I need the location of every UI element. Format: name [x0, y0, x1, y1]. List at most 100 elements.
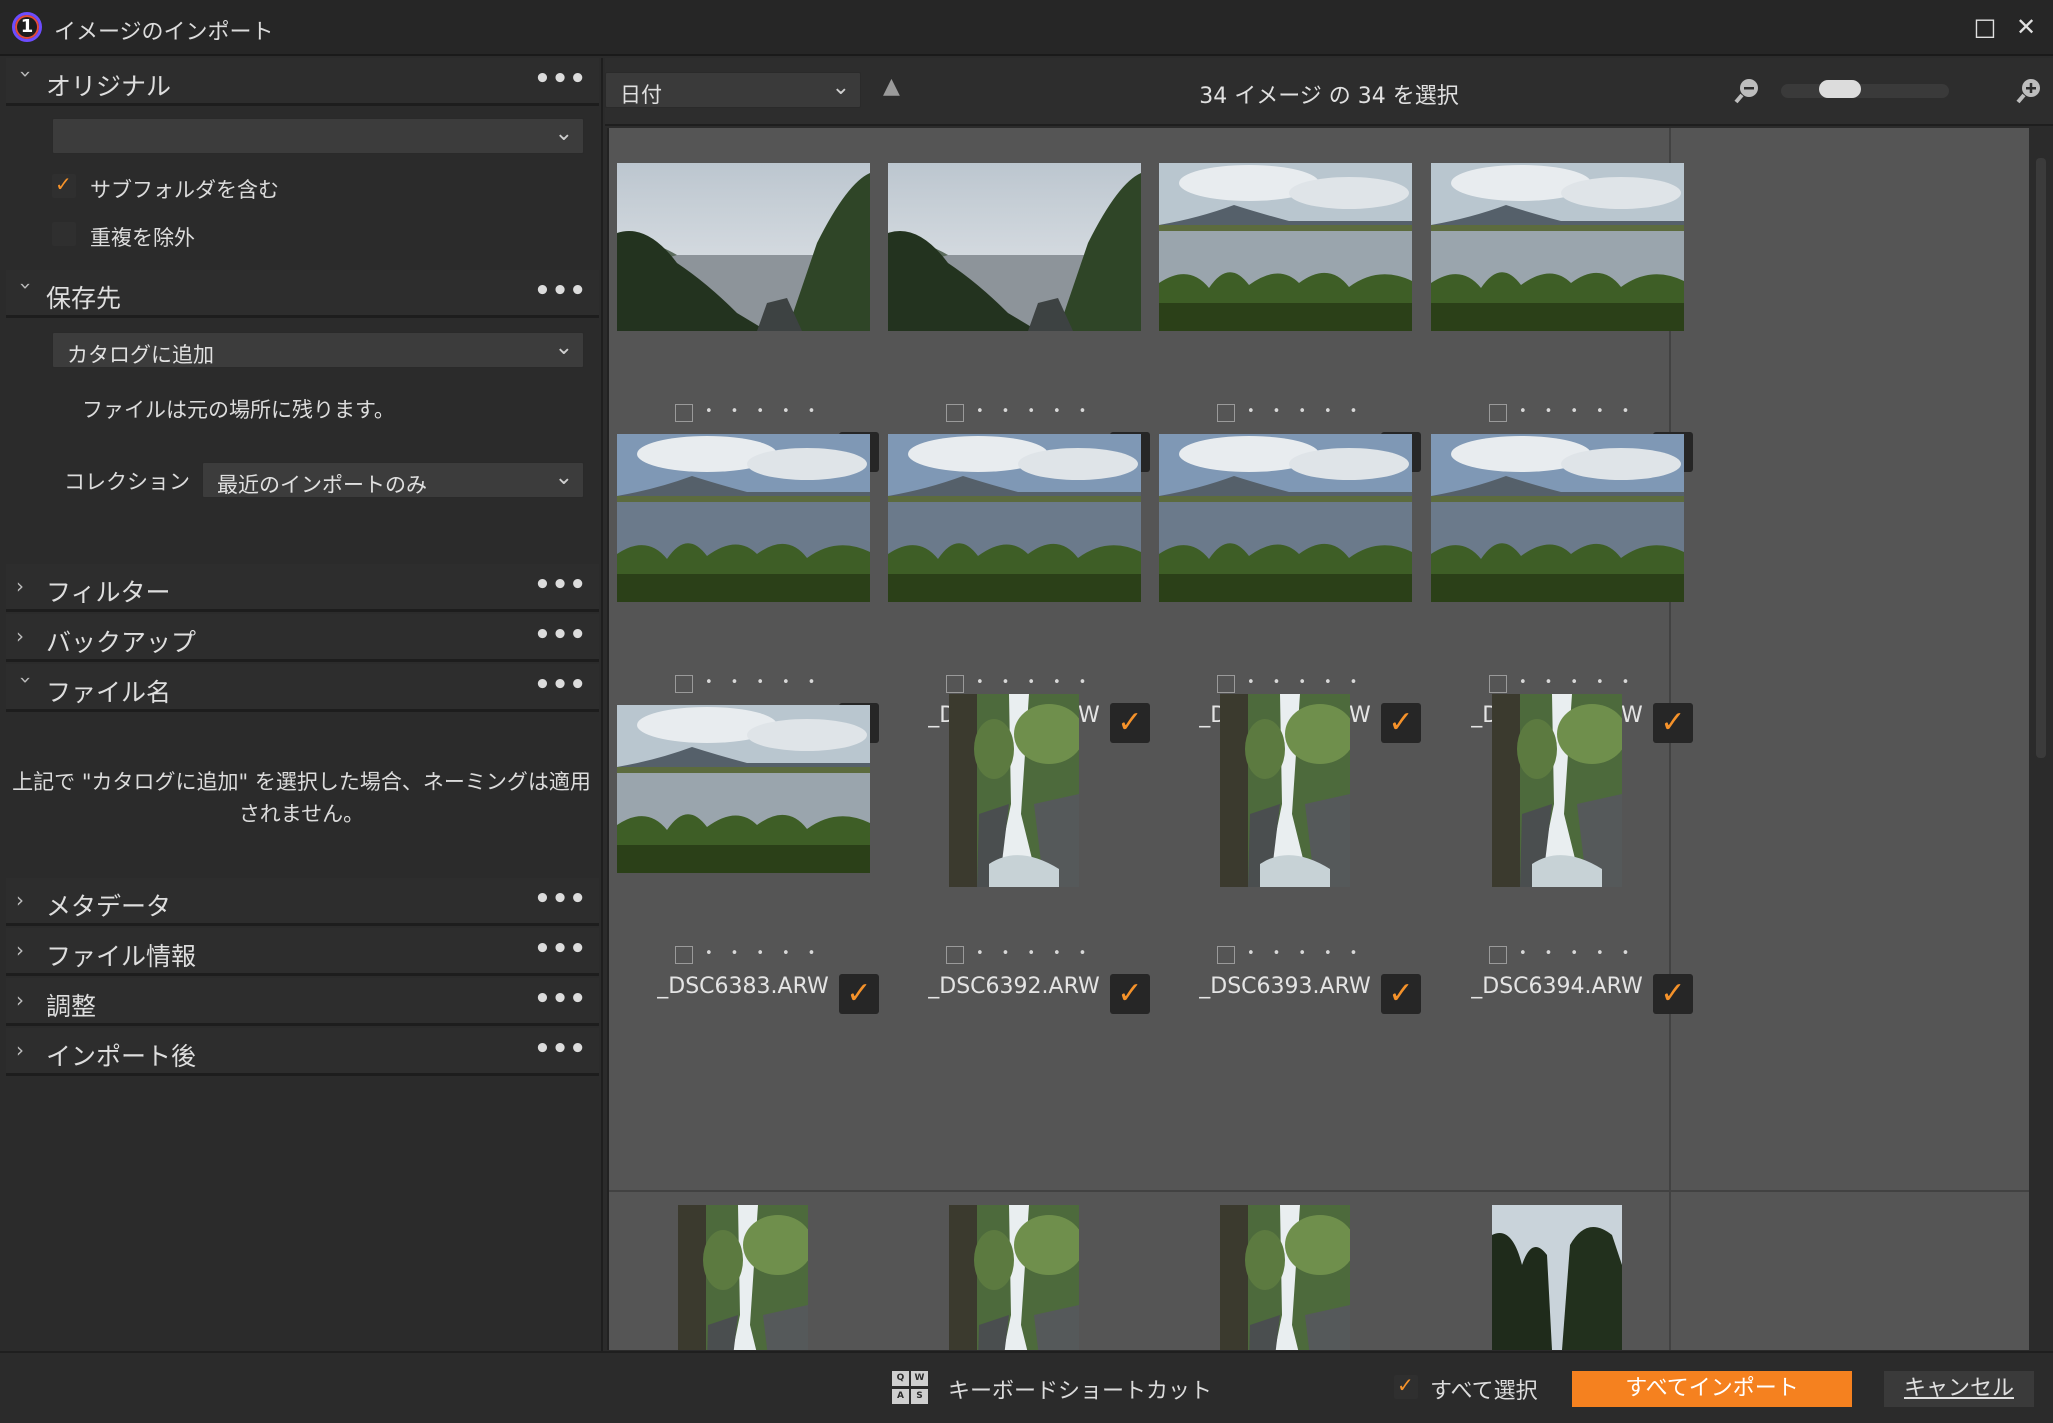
chevron-down-icon: › — [14, 70, 38, 78]
chevron-down-icon: ⌄ — [554, 121, 573, 146]
section-label: 保存先 — [46, 284, 122, 313]
exclude-duplicates-label: 重複を除外 — [90, 226, 195, 250]
chevron-right-icon: › — [16, 624, 24, 648]
filename-note-line2: されません。 — [238, 802, 365, 826]
grid-scrollbar[interactable] — [2029, 128, 2053, 1350]
reject-checkbox[interactable] — [675, 946, 693, 964]
filename-note-line1: 上記で "カタログに追加" を選択した場合、ネーミングは適用 — [12, 770, 591, 794]
close-icon[interactable]: ✕ — [2013, 14, 2039, 40]
collection-label: コレクション — [64, 470, 190, 494]
section-label: オリジナル — [46, 72, 172, 101]
include-subfolders-checkbox[interactable] — [52, 172, 76, 198]
thumbnail-image[interactable] — [1492, 694, 1622, 887]
chevron-down-icon: ⌄ — [554, 465, 573, 490]
zoom-slider[interactable] — [1781, 84, 1949, 98]
more-icon[interactable]: ••• — [534, 1034, 587, 1064]
thumbnail-image[interactable] — [1492, 1205, 1622, 1350]
thumbnail-cell[interactable]: ••••• _DSC6394.ARW ✓ — [1431, 670, 1762, 1025]
thumbnail-image[interactable] — [1220, 694, 1350, 887]
import-check-icon[interactable]: ✓ — [1653, 974, 1693, 1014]
reject-checkbox[interactable] — [1217, 946, 1235, 964]
destination-select[interactable]: カタログに追加 ⌄ — [52, 332, 584, 368]
section-filename[interactable]: › ファイル名 ••• — [6, 664, 599, 712]
section-backup[interactable]: › バックアップ ••• — [6, 614, 599, 662]
reject-checkbox[interactable] — [946, 946, 964, 964]
more-icon[interactable]: ••• — [534, 984, 587, 1014]
cancel-button[interactable]: キャンセル — [1884, 1371, 2034, 1407]
section-label: フィルター — [46, 578, 171, 607]
section-original[interactable]: › オリジナル ••• — [6, 58, 599, 106]
more-icon[interactable]: ••• — [534, 670, 587, 700]
section-after-import[interactable]: › インポート後 ••• — [6, 1028, 599, 1076]
grid-divider — [609, 1190, 2029, 1192]
thumbnail-image[interactable] — [617, 434, 870, 602]
more-icon[interactable]: ••• — [534, 570, 587, 600]
thumbnail-image[interactable] — [1431, 163, 1684, 331]
maximize-icon[interactable]: □ — [1972, 14, 1998, 40]
destination-value: カタログに追加 — [67, 343, 214, 367]
reject-checkbox[interactable] — [1489, 946, 1507, 964]
section-adjustments[interactable]: › 調整 ••• — [6, 978, 599, 1026]
thumbnail-image[interactable] — [1159, 434, 1412, 602]
import-all-button[interactable]: すべてインポート — [1572, 1371, 1852, 1407]
section-metadata[interactable]: › メタデータ ••• — [6, 878, 599, 926]
more-icon[interactable]: ••• — [534, 620, 587, 650]
more-icon[interactable]: ••• — [534, 276, 587, 306]
section-destination[interactable]: › 保存先 ••• — [6, 270, 599, 318]
thumbnail-image[interactable] — [617, 705, 870, 873]
section-label: ファイル名 — [46, 678, 172, 707]
keyboard-shortcut-link[interactable]: キーボードショートカット — [948, 1373, 1212, 1405]
more-icon[interactable]: ••• — [534, 64, 587, 94]
thumbnail-image[interactable] — [678, 1205, 808, 1350]
window-title: イメージのインポート — [54, 20, 274, 45]
title-bar: 1 イメージのインポート □ ✕ — [0, 0, 2053, 56]
section-fileinfo[interactable]: › ファイル情報 ••• — [6, 928, 599, 976]
chevron-right-icon: › — [16, 1038, 24, 1062]
zoom-out-icon[interactable] — [1733, 76, 1763, 106]
browser-toolbar: 日付 ⌄ ▲ 34 イメージ の 34 を選択 — [605, 58, 2053, 126]
thumbnail-image[interactable] — [949, 1205, 1079, 1350]
keyboard-icon[interactable]: Q W A S — [892, 1371, 930, 1405]
section-label: 調整 — [46, 992, 97, 1021]
collection-value: 最近のインポートのみ — [217, 473, 427, 497]
section-label: メタデータ — [46, 892, 172, 921]
import-check-icon[interactable]: ✓ — [839, 974, 879, 1014]
thumbnail-image[interactable] — [1159, 163, 1412, 331]
app-logo-icon: 1 — [12, 12, 42, 42]
star-rating[interactable]: ••••• — [705, 946, 833, 961]
thumbnail-image[interactable] — [1431, 434, 1684, 602]
zoom-slider-handle[interactable] — [1818, 80, 1861, 98]
chevron-right-icon: › — [16, 574, 24, 598]
section-filter[interactable]: › フィルター ••• — [6, 564, 599, 612]
thumbnail-image[interactable] — [617, 163, 870, 331]
chevron-down-icon: › — [14, 282, 38, 290]
section-label: バックアップ — [46, 628, 197, 657]
more-icon[interactable]: ••• — [534, 934, 587, 964]
thumbnail-image[interactable] — [949, 694, 1079, 887]
left-panel: › オリジナル ••• ⌄ サブフォルダを含む 重複を除外 › 保存先 ••• … — [0, 58, 603, 1351]
footer-bar: Q W A S キーボードショートカット すべて選択 すべてインポート キャンセ… — [0, 1351, 2053, 1423]
source-select[interactable]: ⌄ — [52, 118, 584, 154]
chevron-down-icon: › — [14, 676, 38, 684]
select-all-checkbox[interactable] — [1394, 1373, 1418, 1399]
thumbnail-image[interactable] — [888, 163, 1141, 331]
key-cap: W — [911, 1371, 928, 1386]
more-icon[interactable]: ••• — [534, 884, 587, 914]
import-check-icon[interactable]: ✓ — [1381, 974, 1421, 1014]
thumbnail-image[interactable] — [1220, 1205, 1350, 1350]
chevron-down-icon: ⌄ — [554, 335, 573, 360]
key-cap: S — [911, 1389, 928, 1404]
collection-select[interactable]: 最近のインポートのみ ⌄ — [202, 462, 584, 498]
chevron-right-icon: › — [16, 988, 24, 1012]
exclude-duplicates-checkbox[interactable] — [52, 222, 76, 246]
key-cap: Q — [892, 1371, 909, 1386]
star-rating[interactable]: ••••• — [976, 946, 1104, 961]
import-check-icon[interactable]: ✓ — [1110, 974, 1150, 1014]
zoom-in-icon[interactable] — [2015, 76, 2045, 106]
star-rating[interactable]: ••••• — [1247, 946, 1375, 961]
thumbnail-image[interactable] — [888, 434, 1141, 602]
star-rating[interactable]: ••••• — [1519, 946, 1647, 961]
scrollbar-thumb[interactable] — [2036, 158, 2046, 758]
section-label: ファイル情報 — [46, 942, 197, 971]
key-cap: A — [892, 1389, 909, 1404]
